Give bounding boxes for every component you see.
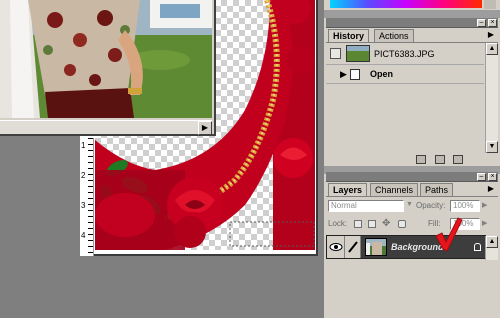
opacity-arrow-icon[interactable]: ▶ xyxy=(482,201,487,209)
tab-layers[interactable]: Layers xyxy=(328,183,368,196)
new-document-from-state-icon[interactable] xyxy=(416,155,426,164)
panel-separator xyxy=(324,10,500,18)
scroll-down-arrow-icon[interactable]: ▼ xyxy=(486,141,498,153)
tab-channels[interactable]: Channels xyxy=(370,183,419,196)
layers-palette-titlebar[interactable]: – × xyxy=(326,172,498,182)
ruler-number: 4 xyxy=(81,231,86,240)
layers-empty-area xyxy=(326,260,498,318)
paintbrush-icon[interactable] xyxy=(345,236,361,258)
tab-divider xyxy=(326,196,498,197)
history-step-label: Open xyxy=(370,69,394,79)
lock-image-icon[interactable] xyxy=(368,220,376,228)
scroll-up-arrow-icon[interactable]: ▲ xyxy=(486,236,498,248)
close-button[interactable]: × xyxy=(488,19,497,27)
snapshot-thumbnail xyxy=(346,45,370,62)
lock-all-icon[interactable] xyxy=(398,220,406,228)
horizontal-scrollbar[interactable]: ▶ xyxy=(0,120,212,135)
fill-arrow-icon[interactable]: ▶ xyxy=(482,219,487,227)
lock-transparency-icon[interactable] xyxy=(354,220,362,228)
trash-icon[interactable] xyxy=(453,155,464,164)
history-state-slider-icon[interactable]: ▶ xyxy=(340,69,347,80)
wedding-photo-image xyxy=(0,0,212,118)
blend-mode-select[interactable]: Normal xyxy=(328,200,404,212)
palette-column: – × History Actions ▶ PICT6383.JPG ▶ Ope… xyxy=(324,0,500,318)
color-palette-remnant xyxy=(326,0,498,10)
history-list: PICT6383.JPG ▶ Open xyxy=(326,43,484,153)
blend-dropdown-arrow-icon[interactable]: ▼ xyxy=(406,201,413,208)
photo-document-window: ▶ xyxy=(0,0,216,136)
ruler-number: 3 xyxy=(81,201,86,210)
ruler-number: 2 xyxy=(81,171,86,180)
document-step-icon xyxy=(350,69,360,80)
opacity-field[interactable]: 100% xyxy=(450,200,480,212)
minimize-button[interactable]: – xyxy=(477,19,486,27)
ruler-number: 1 xyxy=(81,141,86,150)
tab-history[interactable]: History xyxy=(328,29,370,42)
scroll-up-arrow-icon[interactable]: ▲ xyxy=(486,43,498,55)
history-step-row[interactable]: ▶ Open xyxy=(326,66,484,84)
new-snapshot-icon[interactable] xyxy=(434,155,445,164)
minimize-button[interactable]: – xyxy=(477,173,486,181)
layer-lock-icon xyxy=(474,243,481,251)
tab-paths[interactable]: Paths xyxy=(420,183,454,196)
lock-position-icon[interactable]: ✥ xyxy=(382,218,390,229)
opacity-label: Opacity: xyxy=(416,201,446,210)
close-button[interactable]: × xyxy=(488,173,497,181)
layers-menu-arrow-icon[interactable]: ▶ xyxy=(486,184,496,194)
tab-actions[interactable]: Actions xyxy=(374,29,414,42)
layer-thumbnail xyxy=(365,238,387,256)
history-menu-arrow-icon[interactable]: ▶ xyxy=(486,30,496,40)
snapshot-brush-icon xyxy=(330,48,341,59)
visibility-eye-icon[interactable] xyxy=(327,236,345,258)
scroll-right-button[interactable]: ▶ xyxy=(198,121,212,135)
vertical-ruler: 1 2 3 4 xyxy=(80,138,94,256)
history-vertical-scrollbar[interactable]: ▲ ▼ xyxy=(485,43,498,153)
history-palette-titlebar[interactable]: – × xyxy=(326,18,498,28)
lock-label: Lock: xyxy=(328,219,348,228)
history-snapshot-row[interactable]: PICT6383.JPG xyxy=(326,43,484,65)
red-checkmark-annotation xyxy=(435,217,463,252)
snapshot-label: PICT6383.JPG xyxy=(374,49,435,59)
photo-canvas[interactable] xyxy=(0,0,212,118)
layers-vertical-scrollbar[interactable]: ▲ xyxy=(485,236,498,260)
